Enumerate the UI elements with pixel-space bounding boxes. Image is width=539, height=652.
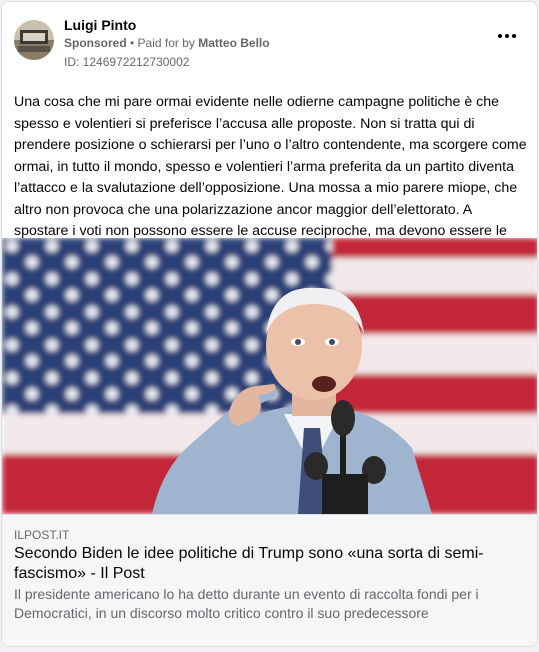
author-name[interactable]: Luigi Pinto [64, 17, 136, 33]
link-title[interactable]: Secondo Biden le idee politiche di Trump… [14, 544, 514, 584]
more-dots-icon [505, 34, 509, 38]
ad-id: ID: 1246972212730002 [64, 55, 190, 69]
link-domain: ILPOST.IT [14, 528, 70, 542]
more-dots-icon [498, 34, 502, 38]
sponsored-label: Sponsored [64, 36, 127, 50]
ad-post-card: Luigi Pinto Sponsored • Paid for by Matt… [1, 1, 538, 647]
author-avatar[interactable] [14, 20, 54, 60]
paid-for-prefix: • Paid for by [126, 36, 199, 50]
more-options-button[interactable] [495, 26, 519, 46]
more-dots-icon [512, 34, 516, 38]
link-preview-image[interactable] [2, 238, 537, 514]
sponsored-line: Sponsored • Paid for by Matteo Bello [64, 36, 270, 50]
link-description: Il presidente americano lo ha detto dura… [14, 586, 479, 621]
payer-name[interactable]: Matteo Bello [198, 36, 269, 50]
link-preview[interactable]: ILPOST.IT Secondo Biden le idee politich… [2, 514, 537, 646]
